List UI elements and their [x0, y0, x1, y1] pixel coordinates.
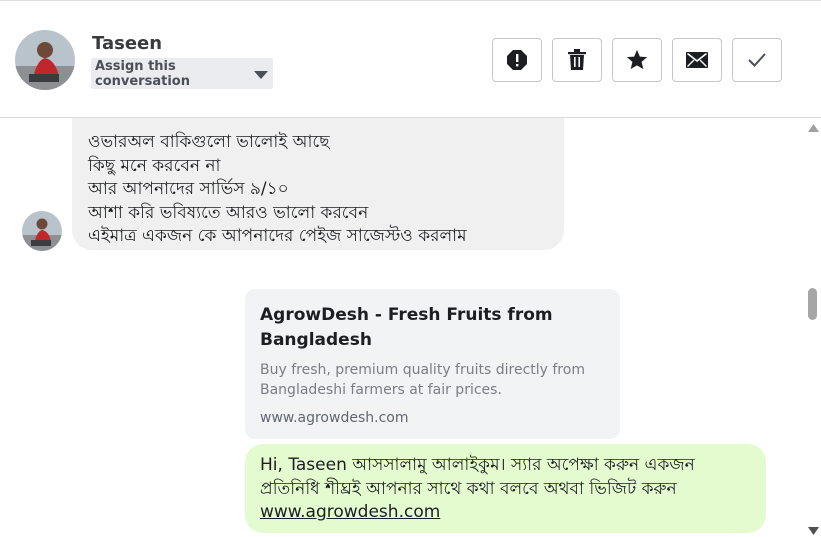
delete-button[interactable]: [552, 38, 602, 82]
outgoing-message-bubble: Hi, Taseen আসসালামু আলাইকুম। স্যার অপেক্…: [245, 444, 766, 533]
assign-conversation-dropdown[interactable]: Assign this conversation: [91, 58, 273, 89]
incoming-message-bubble: ওভারঅল বাকিগুলো ভালোই আছে কিছু মনে করবেন…: [72, 118, 564, 250]
assign-label: Assign this conversation: [95, 58, 190, 89]
trash-icon: [568, 49, 586, 70]
sender-avatar[interactable]: [22, 211, 62, 251]
caret-down-icon: [254, 71, 268, 79]
scroll-up-arrow-icon[interactable]: [808, 124, 819, 132]
star-button[interactable]: [612, 38, 662, 82]
link-preview-domain: www.agrowdesh.com: [260, 410, 409, 426]
star-icon: [626, 49, 648, 70]
scrollbar-thumb[interactable]: [808, 288, 817, 320]
message-line: ওভারঅল বাকিগুলো ভালোই আছে: [88, 132, 330, 153]
vertical-scrollbar[interactable]: [801, 118, 821, 537]
message-line: আর আপনাদের সার্ভিস ৯/১০: [88, 179, 289, 200]
conversation-header: Taseen Assign this conversation: [0, 0, 821, 118]
link-preview-card[interactable]: AgrowDesh - Fresh Fruits from Bangladesh…: [245, 289, 620, 439]
message-line: আশা করি ভবিষ্যতে আরও ভালো করবেন: [88, 202, 369, 223]
check-icon: [748, 53, 766, 67]
mark-spam-button[interactable]: [492, 38, 542, 82]
outgoing-message-text: Hi, Taseen আসসালামু আলাইকুম। স্যার অপেক্…: [260, 455, 695, 499]
link-preview-description: Buy fresh, premium quality fruits direct…: [260, 362, 585, 398]
contact-avatar[interactable]: [15, 30, 75, 90]
link-preview-title: AgrowDesh - Fresh Fruits from Bangladesh: [260, 305, 553, 350]
message-line: কিছু মনে করবেন না: [88, 155, 221, 176]
clipped-line: [88, 118, 548, 131]
contact-name: Taseen: [92, 33, 163, 54]
scroll-down-arrow-icon[interactable]: [808, 527, 819, 535]
outgoing-message-link[interactable]: www.agrowdesh.com: [260, 501, 751, 525]
alert-icon: [507, 50, 527, 70]
message-thread: ওভারঅল বাকিগুলো ভালোই আছে কিছু মনে করবেন…: [0, 118, 800, 537]
mark-done-button[interactable]: [732, 38, 782, 82]
message-line: এইমাত্র একজন কে আপনাদের পেইজ সাজেস্টও কর…: [88, 226, 467, 247]
envelope-icon: [686, 52, 708, 68]
mark-unread-button[interactable]: [672, 38, 722, 82]
